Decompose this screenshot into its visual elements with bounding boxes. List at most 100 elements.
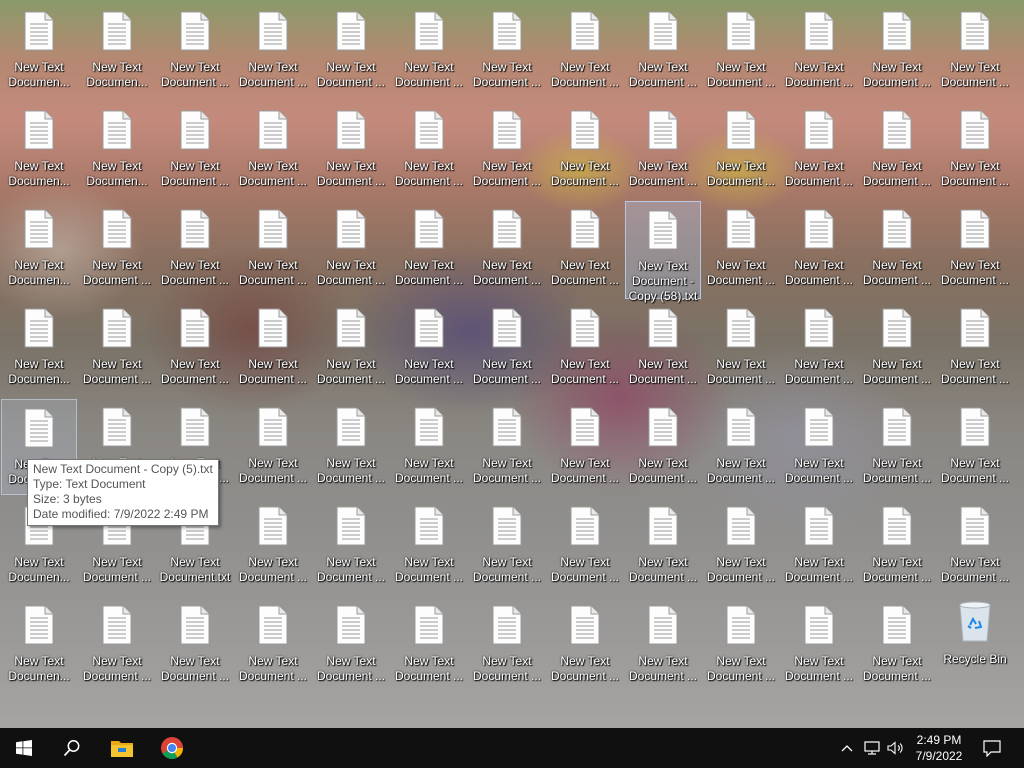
desktop-file[interactable]: New TextDocument ... <box>547 102 623 198</box>
desktop-file[interactable]: New TextDocument ... <box>703 300 779 396</box>
desktop-file[interactable]: New TextDocument ... <box>391 201 467 297</box>
desktop-file[interactable]: New TextDocument ... <box>703 102 779 198</box>
desktop-file[interactable]: New TextDocument ... <box>859 498 935 594</box>
desktop-file[interactable]: New TextDocumen... <box>1 102 77 198</box>
desktop-file[interactable]: New TextDocument ... <box>469 102 545 198</box>
volume-button[interactable] <box>884 728 908 768</box>
desktop-file[interactable]: New TextDocument ... <box>859 300 935 396</box>
desktop-file[interactable]: New TextDocument ... <box>781 498 857 594</box>
desktop-file[interactable]: New TextDocument ... <box>781 300 857 396</box>
desktop-file[interactable]: New TextDocument ... <box>469 3 545 99</box>
desktop-file[interactable]: New TextDocument ... <box>859 399 935 495</box>
desktop-file[interactable]: New TextDocument ... <box>391 597 467 693</box>
desktop-file[interactable]: New TextDocumen... <box>1 597 77 693</box>
desktop-file[interactable]: New TextDocument ... <box>469 300 545 396</box>
desktop-file[interactable]: New TextDocument ... <box>391 102 467 198</box>
desktop-file[interactable]: New TextDocument ... <box>391 399 467 495</box>
desktop-file[interactable]: New TextDocumen... <box>1 201 77 297</box>
desktop-file[interactable]: New TextDocument ... <box>547 597 623 693</box>
desktop-file[interactable]: New TextDocument ... <box>703 3 779 99</box>
desktop-file[interactable]: New TextDocument ... <box>625 399 701 495</box>
desktop-file[interactable]: New TextDocument ... <box>781 399 857 495</box>
desktop-file[interactable]: New TextDocument ... <box>469 399 545 495</box>
clock[interactable]: 2:49 PM 7/9/2022 <box>912 728 966 768</box>
desktop-file[interactable]: New TextDocument ... <box>781 102 857 198</box>
search-button[interactable] <box>48 728 96 768</box>
desktop-file[interactable]: New TextDocument ... <box>937 399 1013 495</box>
desktop-file[interactable]: New TextDocument ... <box>859 102 935 198</box>
desktop-file[interactable]: New TextDocumen... <box>1 300 77 396</box>
desktop-file[interactable]: New TextDocument ... <box>547 498 623 594</box>
desktop-file[interactable]: New TextDocument ... <box>703 399 779 495</box>
desktop-file[interactable]: New TextDocument ... <box>235 201 311 297</box>
desktop-file[interactable]: New TextDocument ... <box>781 201 857 297</box>
desktop-file[interactable]: New TextDocument ... <box>235 3 311 99</box>
recycle-bin[interactable]: Recycle Bin <box>937 597 1013 693</box>
desktop-file[interactable]: New TextDocumen... <box>1 3 77 99</box>
desktop-file[interactable]: New TextDocument ... <box>469 597 545 693</box>
network-button[interactable] <box>860 728 884 768</box>
desktop-file[interactable]: New TextDocument ... <box>235 300 311 396</box>
desktop-file[interactable]: New TextDocument ... <box>157 201 233 297</box>
desktop-file[interactable]: New TextDocument ... <box>235 102 311 198</box>
desktop-file[interactable]: New TextDocument ... <box>391 3 467 99</box>
desktop-file[interactable]: New TextDocument ... <box>937 102 1013 198</box>
desktop-file[interactable]: New TextDocument ... <box>79 597 155 693</box>
desktop-file[interactable]: New TextDocument ... <box>937 498 1013 594</box>
desktop-file[interactable]: New TextDocumen... <box>79 3 155 99</box>
file-explorer-button[interactable] <box>98 728 146 768</box>
file-label-line1: New Text <box>482 159 532 173</box>
desktop-file[interactable]: New TextDocument ... <box>547 300 623 396</box>
desktop-file[interactable]: New TextDocument ... <box>157 102 233 198</box>
desktop-file[interactable]: New TextDocument ... <box>547 399 623 495</box>
desktop-file[interactable]: New TextDocument ... <box>625 102 701 198</box>
desktop-file[interactable]: New TextDocument ... <box>235 399 311 495</box>
show-hidden-icons-button[interactable] <box>836 728 858 768</box>
desktop-file[interactable]: New TextDocument ... <box>313 300 389 396</box>
desktop-file[interactable]: New TextDocument ... <box>313 102 389 198</box>
desktop-file[interactable]: New TextDocument ... <box>391 498 467 594</box>
desktop-file[interactable]: New TextDocument ... <box>469 201 545 297</box>
chrome-button[interactable] <box>148 728 196 768</box>
file-label: New TextDocument ... <box>547 654 623 684</box>
desktop-file[interactable]: New TextDocument ... <box>547 201 623 297</box>
desktop-file[interactable]: New TextDocument ... <box>625 3 701 99</box>
desktop-file[interactable]: New TextDocument ... <box>625 597 701 693</box>
desktop-file[interactable]: New TextDocument ... <box>313 399 389 495</box>
desktop-file[interactable]: New TextDocument ... <box>469 498 545 594</box>
text-file-icon <box>180 308 210 348</box>
desktop-file[interactable]: New TextDocument ... <box>313 498 389 594</box>
desktop-file[interactable]: New TextDocument ... <box>235 498 311 594</box>
start-button[interactable] <box>0 728 48 768</box>
desktop-file[interactable]: New TextDocument ... <box>157 597 233 693</box>
desktop-file[interactable]: New TextDocument ... <box>79 300 155 396</box>
desktop-file[interactable]: New TextDocument ... <box>937 201 1013 297</box>
desktop-file[interactable]: New TextDocument ... <box>79 201 155 297</box>
desktop-file[interactable]: New TextDocument ... <box>157 3 233 99</box>
desktop-file[interactable]: New TextDocument ... <box>703 498 779 594</box>
desktop-file[interactable]: New TextDocument ... <box>313 3 389 99</box>
desktop-file[interactable]: New TextDocument ... <box>625 498 701 594</box>
desktop-file[interactable]: New TextDocument ... <box>625 300 701 396</box>
desktop-file[interactable]: New TextDocument ... <box>703 201 779 297</box>
desktop-file[interactable]: New TextDocument ... <box>157 300 233 396</box>
desktop[interactable]: New Text Documen... New Text Documen... New … <box>0 0 1024 728</box>
desktop-file[interactable]: New TextDocument ... <box>937 3 1013 99</box>
text-file-icon <box>726 209 756 249</box>
file-label-line2: Document ... <box>316 372 386 386</box>
desktop-file[interactable]: New TextDocument ... <box>937 300 1013 396</box>
desktop-file[interactable]: New TextDocument ... <box>859 3 935 99</box>
desktop-file[interactable]: New TextDocument ... <box>859 201 935 297</box>
desktop-file[interactable]: New TextDocument ... <box>781 597 857 693</box>
desktop-file[interactable]: New TextDocument ... <box>703 597 779 693</box>
desktop-file[interactable]: New Text Document - Copy (58).txt <box>625 201 701 303</box>
desktop-file[interactable]: New TextDocument ... <box>859 597 935 693</box>
desktop-file[interactable]: New TextDocument ... <box>781 3 857 99</box>
desktop-file[interactable]: New TextDocumen... <box>79 102 155 198</box>
desktop-file[interactable]: New TextDocument ... <box>313 201 389 297</box>
desktop-file[interactable]: New TextDocument ... <box>547 3 623 99</box>
action-center-button[interactable] <box>976 728 1008 768</box>
desktop-file[interactable]: New TextDocument ... <box>391 300 467 396</box>
desktop-file[interactable]: New TextDocument ... <box>235 597 311 693</box>
desktop-file[interactable]: New TextDocument ... <box>313 597 389 693</box>
